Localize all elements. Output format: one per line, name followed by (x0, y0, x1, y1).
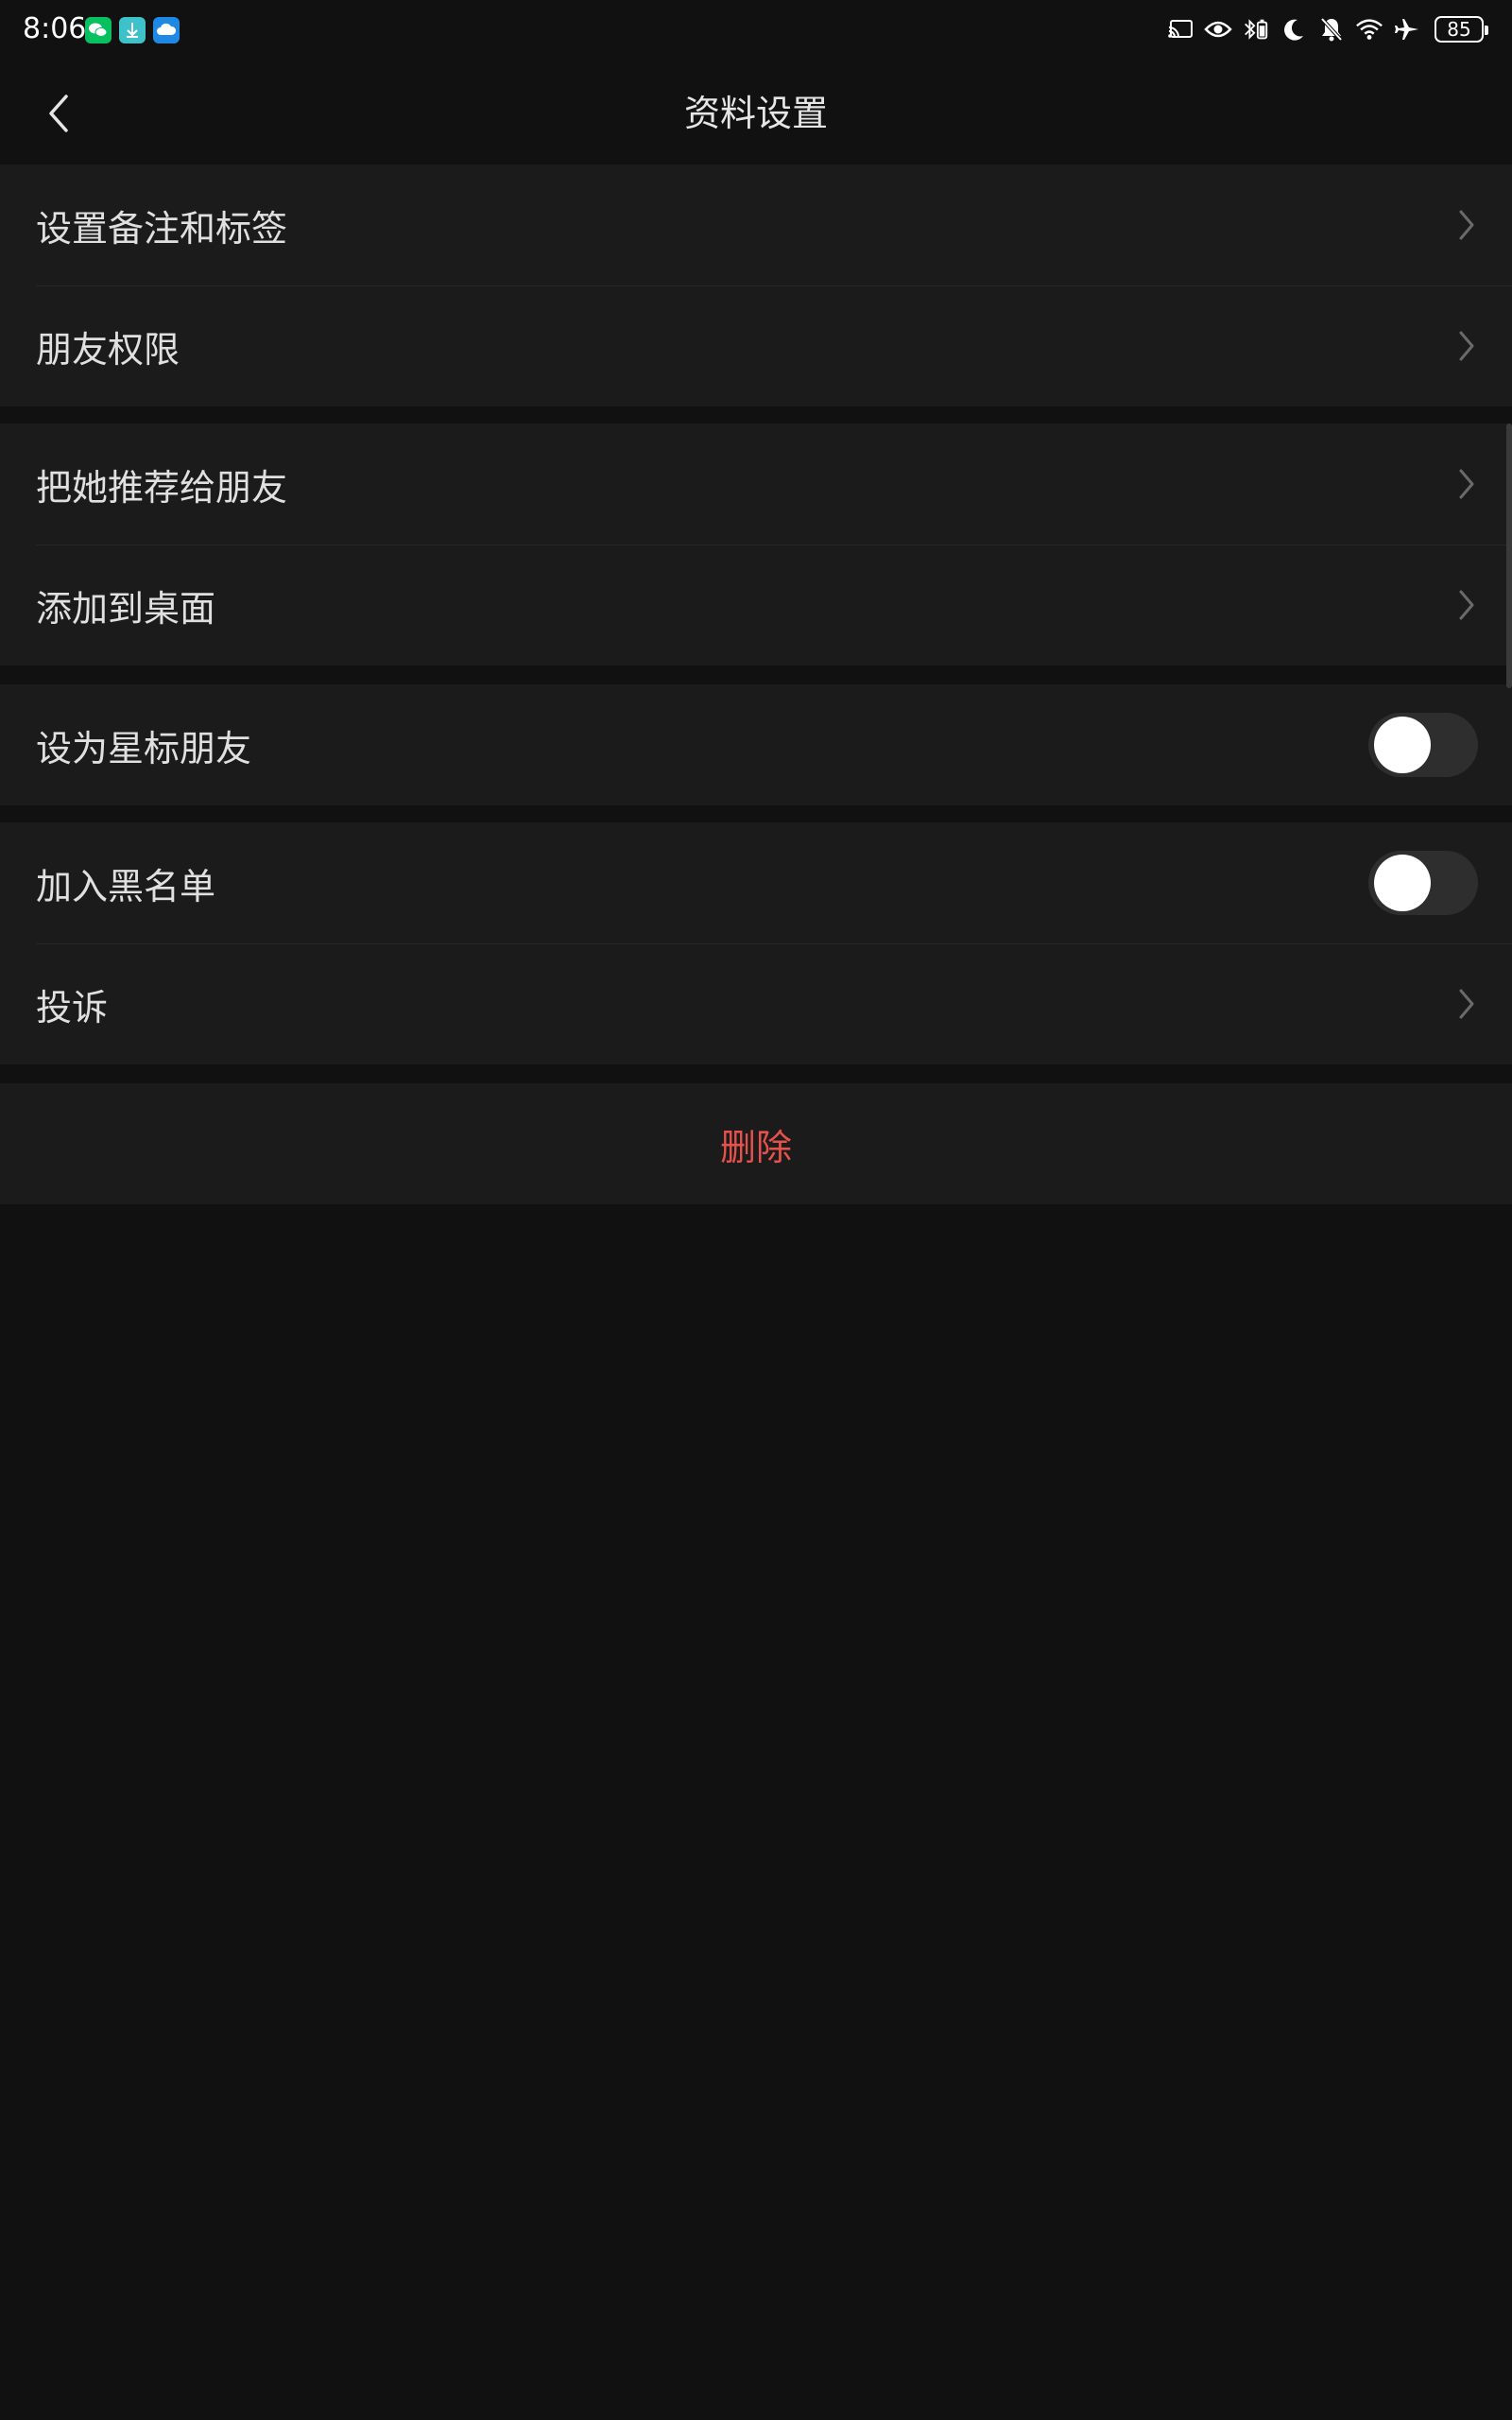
chevron-right-icon (1459, 331, 1474, 361)
cloud-app-icon (153, 17, 180, 43)
row-label: 朋友权限 (36, 328, 180, 371)
settings-group-1: 设置备注和标签 朋友权限 (0, 164, 1512, 406)
delete-button[interactable]: 删除 (0, 1083, 1512, 1204)
settings-group-2: 把她推荐给朋友 添加到桌面 (0, 424, 1512, 666)
wechat-icon (85, 17, 112, 43)
chevron-right-icon (1459, 210, 1474, 240)
blacklist-toggle[interactable] (1368, 851, 1478, 915)
wifi-icon (1355, 15, 1383, 43)
set-remark-and-tags-item[interactable]: 设置备注和标签 (0, 164, 1512, 285)
eye-comfort-icon (1204, 15, 1232, 43)
download-app-icon (119, 17, 146, 43)
chevron-right-icon (1459, 989, 1474, 1019)
settings-group-4: 加入黑名单 投诉 (0, 822, 1512, 1064)
chevron-right-icon (1459, 590, 1474, 620)
row-label: 把她推荐给朋友 (36, 466, 288, 509)
settings-group-3: 设为星标朋友 (0, 684, 1512, 805)
status-bar: 8:06 85 (0, 0, 1512, 59)
friend-permissions-item[interactable]: 朋友权限 (0, 285, 1512, 406)
toggle-knob (1374, 717, 1431, 773)
recommend-to-friend-item[interactable]: 把她推荐给朋友 (0, 424, 1512, 544)
battery-indicator: 85 (1435, 16, 1488, 43)
chevron-right-icon (1459, 469, 1474, 499)
row-label: 设置备注和标签 (36, 207, 288, 250)
mute-bell-icon (1317, 15, 1346, 43)
status-icons: 85 (1166, 13, 1488, 45)
moon-icon (1280, 15, 1308, 43)
airplane-icon (1393, 15, 1421, 43)
delete-label: 删除 (719, 1126, 792, 1168)
blacklist-item: 加入黑名单 (0, 822, 1512, 943)
star-friend-toggle[interactable] (1368, 713, 1478, 777)
nav-bar: 资料设置 (0, 59, 1512, 164)
report-item[interactable]: 投诉 (0, 943, 1512, 1064)
status-time: 8:06 (23, 12, 87, 45)
row-label: 加入黑名单 (36, 865, 216, 908)
bluetooth-battery-icon (1242, 15, 1270, 43)
cast-icon (1166, 15, 1194, 43)
row-label: 添加到桌面 (36, 587, 216, 630)
row-label: 设为星标朋友 (36, 727, 252, 769)
add-to-desktop-item[interactable]: 添加到桌面 (0, 544, 1512, 666)
row-label: 投诉 (36, 986, 109, 1028)
toggle-knob (1374, 855, 1431, 911)
scroll-indicator[interactable] (1506, 424, 1512, 688)
page-title: 资料设置 (683, 93, 828, 134)
star-friend-item: 设为星标朋友 (0, 684, 1512, 805)
